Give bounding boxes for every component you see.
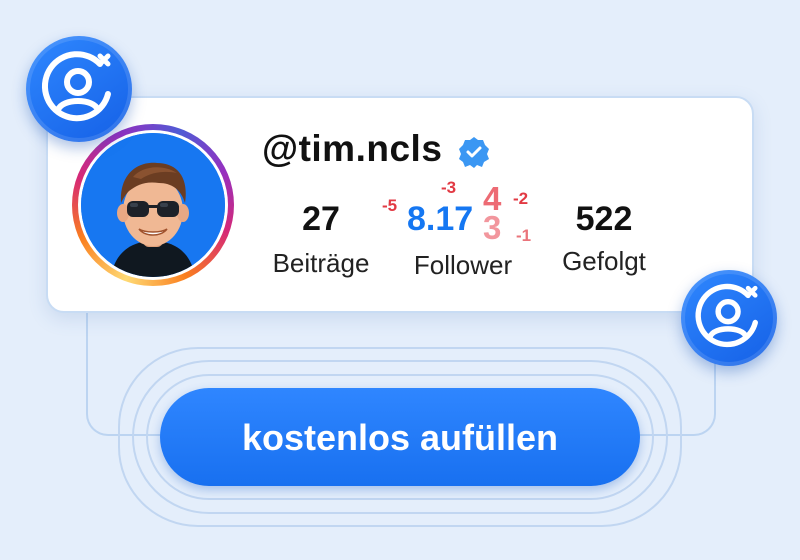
avatar: [81, 133, 225, 277]
avatar-story-ring[interactable]: [72, 124, 234, 286]
verified-badge-icon: [459, 137, 489, 168]
free-refill-button[interactable]: kostenlos aufüllen: [160, 388, 640, 486]
follower-delta: -1: [516, 226, 532, 245]
memoji-avatar: [81, 133, 225, 277]
following-count: 522: [575, 200, 633, 238]
user-add-icon: [41, 51, 111, 122]
posts-label: Beiträge: [272, 248, 370, 278]
follower-delta: -3: [441, 178, 457, 197]
followers-count: 8.17: [407, 200, 474, 238]
follower-delta: -5: [382, 196, 398, 215]
add-user-badge-bottom-right: [681, 270, 777, 366]
posts-count: 27: [302, 200, 340, 238]
followers-rolling-digit-bottom: 3: [483, 209, 502, 246]
profile-handle: @tim.ncls: [262, 128, 443, 169]
following-label: Gefolgt: [562, 246, 646, 276]
user-add-icon: [695, 283, 758, 348]
followers-label: Follower: [413, 250, 513, 280]
follower-delta: -2: [513, 189, 529, 208]
add-user-badge-top-left: [26, 36, 132, 142]
